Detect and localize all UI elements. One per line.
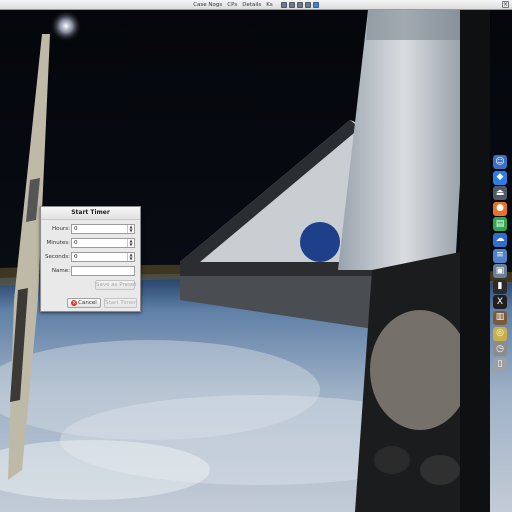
menu-bar: Case Nogs CPs Details Ks ×: [0, 0, 512, 10]
seconds-label: Seconds:: [45, 254, 70, 260]
menu-item-cps[interactable]: CPs: [227, 2, 237, 8]
menu-item-ks[interactable]: Ks: [266, 2, 272, 8]
minutes-input[interactable]: [72, 239, 130, 247]
minutes-stepper[interactable]: ▲ ▼: [71, 238, 135, 248]
x11-icon[interactable]: X: [493, 295, 507, 310]
name-row: Name:: [41, 266, 142, 285]
cancel-label: Cancel: [78, 300, 97, 306]
seconds-decrement-icon[interactable]: ▼: [127, 257, 134, 261]
minutes-row: Minutes: ▲ ▼: [41, 238, 142, 248]
minutes-decrement-icon[interactable]: ▼: [127, 243, 134, 247]
tray-icon-4[interactable]: [304, 1, 311, 8]
start-timer-button[interactable]: Start Timer: [104, 298, 137, 308]
hours-decrement-icon[interactable]: ▼: [127, 229, 134, 233]
minutes-label: Minutes:: [46, 240, 70, 246]
timer-icon[interactable]: ◷: [493, 342, 507, 357]
photo-icon[interactable]: ▣: [493, 264, 507, 279]
terminal-icon[interactable]: ▮: [493, 279, 507, 294]
eject-icon[interactable]: ⏏: [493, 186, 507, 201]
menu-item-details[interactable]: Details: [242, 2, 261, 8]
hours-label: Hours:: [52, 226, 70, 232]
dialog-title: Start Timer: [41, 207, 140, 220]
menu-item-case-nogs[interactable]: Case Nogs: [193, 2, 222, 8]
firefox-icon[interactable]: ●: [493, 201, 507, 216]
save-preset-button[interactable]: Save as Preset: [95, 280, 136, 290]
trash-icon[interactable]: ▯: [493, 357, 507, 372]
cancel-icon: ×: [71, 299, 78, 306]
cancel-button[interactable]: × Cancel: [67, 298, 101, 308]
tray-icon-2[interactable]: [288, 1, 295, 8]
seconds-input[interactable]: [72, 253, 130, 261]
dock: ☺ ◆ ⏏ ● ▤ ☁ ≡ ▣ ▮ X ▥ ◎ ◷ ▯: [491, 155, 509, 372]
disk-icon[interactable]: ◎: [493, 326, 507, 341]
tray-icon-1[interactable]: [280, 1, 287, 8]
tray-icon-5[interactable]: [312, 1, 319, 8]
text-file-icon[interactable]: ≡: [493, 248, 507, 263]
tray-icon-3[interactable]: [296, 1, 303, 8]
hours-row: Hours: ▲ ▼: [41, 224, 142, 234]
document-icon[interactable]: ▤: [493, 217, 507, 232]
dropbox-icon[interactable]: ◆: [493, 170, 507, 185]
seconds-stepper[interactable]: ▲ ▼: [71, 252, 135, 262]
books-icon[interactable]: ▥: [493, 310, 507, 325]
status-tray: [280, 1, 319, 8]
onedrive-icon[interactable]: ☁: [493, 232, 507, 247]
name-label: Name:: [51, 268, 70, 274]
name-field-box[interactable]: [71, 266, 135, 285]
hours-stepper[interactable]: ▲ ▼: [71, 224, 135, 234]
seconds-row: Seconds: ▲ ▼: [41, 252, 142, 262]
finder-icon[interactable]: ☺: [493, 155, 507, 169]
hours-input[interactable]: [72, 225, 130, 233]
close-icon[interactable]: ×: [502, 1, 509, 8]
start-timer-dialog: Start Timer Hours: ▲ ▼ Minutes: ▲ ▼ Seco…: [40, 206, 141, 312]
